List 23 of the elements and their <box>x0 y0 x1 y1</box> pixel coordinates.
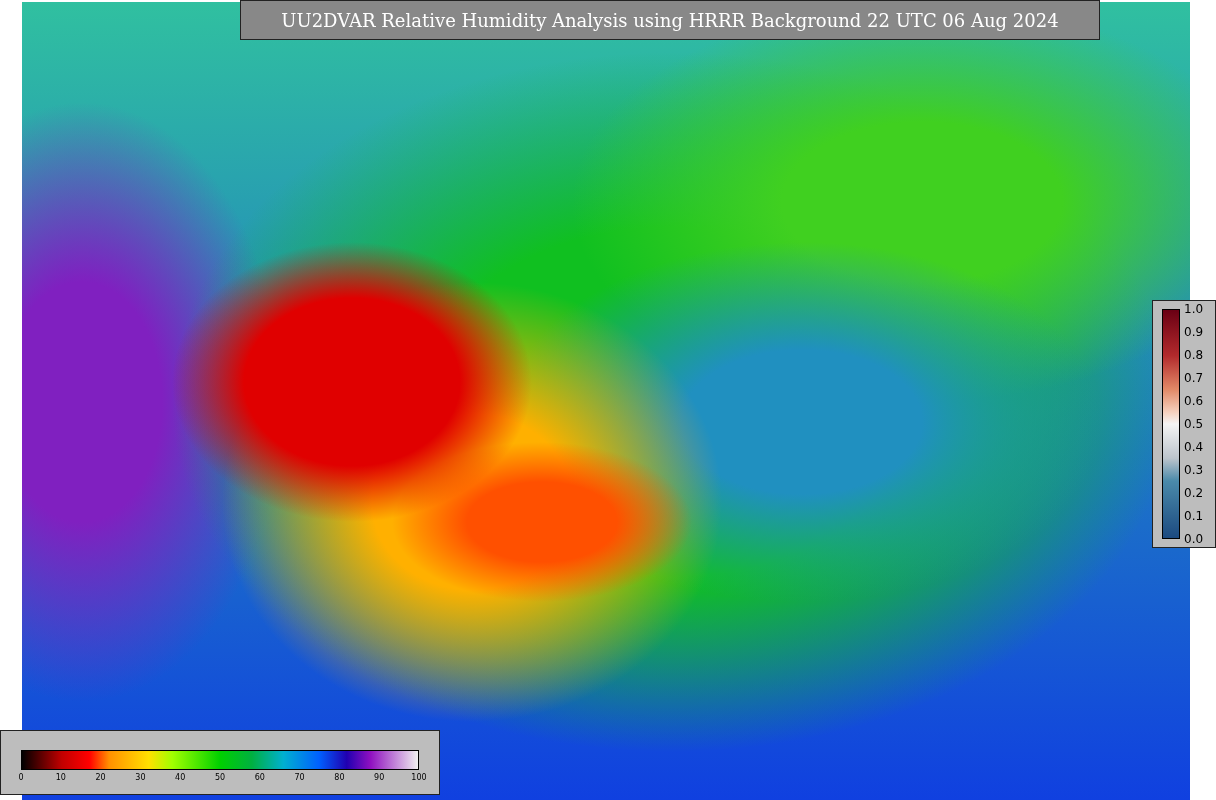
colorbar-tick-label: 40 <box>175 773 186 782</box>
map-title: UU2DVAR Relative Humidity Analysis using HRRR Background 22 UTC 06 Aug 2024 <box>240 0 1100 40</box>
colorbar-tick-label: 90 <box>374 773 385 782</box>
colorbar-tick-label: 100 <box>411 773 427 782</box>
colorbar-tick-label: 10 <box>55 773 66 782</box>
colorbar-tick-label: 0.3 <box>1184 463 1204 477</box>
colorbar-tick-label: 0.8 <box>1184 348 1204 362</box>
colorbar-tick-label: 0.7 <box>1184 371 1204 385</box>
colorbar-tick-label: 20 <box>95 773 106 782</box>
colorbar-tick-label: 0.6 <box>1184 394 1204 408</box>
colorbar-tick-label: 0.4 <box>1184 440 1204 454</box>
colorbar-tick-label: 1.0 <box>1184 302 1204 316</box>
colorbar-tick-label: 30 <box>135 773 146 782</box>
colorbar-tick-label: 70 <box>294 773 305 782</box>
colorbar-tick-label: 0.1 <box>1184 509 1204 523</box>
colorbar-tick-label: 0 <box>18 773 24 782</box>
colorbar-tick-label: 60 <box>254 773 265 782</box>
colorbar-tick-label: 0.2 <box>1184 486 1204 500</box>
colorbar-tick-label: 80 <box>334 773 345 782</box>
colorbar-tick-label: 0.9 <box>1184 325 1204 339</box>
colorbar-tick-label: 0.0 <box>1184 532 1204 546</box>
colorbar-tick-label: 0.5 <box>1184 417 1204 431</box>
colorbar-tick-label: 50 <box>214 773 226 782</box>
